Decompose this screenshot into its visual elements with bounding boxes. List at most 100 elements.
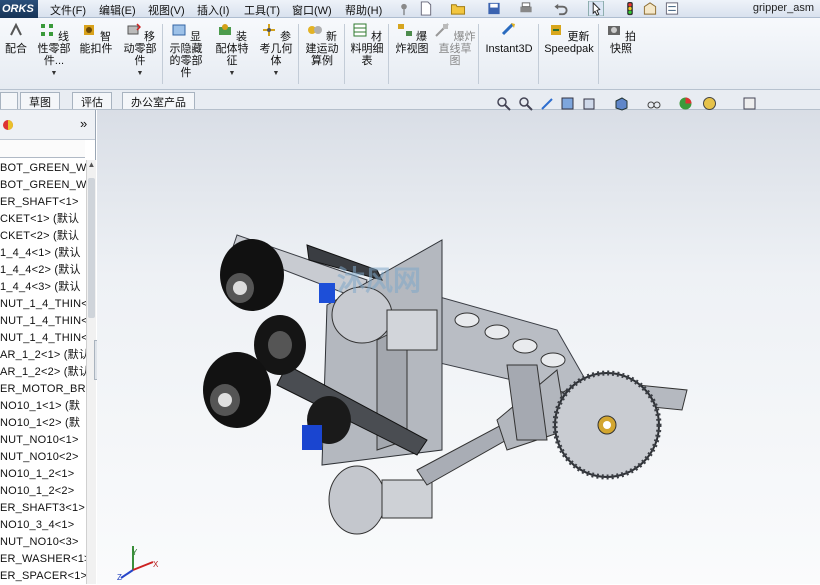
reference-geometry-button[interactable]: 参考几何体 ▼ (256, 22, 296, 80)
menu-file[interactable]: 文件(F) (50, 2, 86, 18)
select-cursor-icon[interactable] (588, 1, 604, 16)
appearance-icon[interactable] (2, 119, 14, 131)
bill-of-materials-button[interactable]: 材料明细表 (348, 22, 386, 67)
triad-x-label: X (153, 560, 159, 569)
save-icon[interactable] (486, 1, 502, 16)
zoom-to-area-icon[interactable] (518, 96, 533, 111)
options-icon[interactable] (664, 1, 680, 16)
tree-item[interactable]: ER_SPACER<1> (0, 568, 86, 585)
exploded-view-button[interactable]: 爆炸视图 (392, 22, 432, 55)
menu-view[interactable]: 视图(V) (148, 2, 185, 18)
smart-fasteners-button[interactable]: 智能扣件 (78, 22, 114, 55)
command-tabs: 草图 评估 办公室产品 (0, 90, 820, 110)
tree-item[interactable]: NO10_3_4<1> (0, 517, 86, 534)
smart-fasteners-icon (83, 25, 94, 35)
snapshot-icon (607, 26, 620, 35)
tree-item[interactable]: NUT_1_4_THIN< (0, 330, 86, 347)
tree-item[interactable]: NO10_1<1> (默 (0, 398, 86, 415)
menu-tools[interactable]: 工具(T) (244, 2, 280, 18)
linear-pattern-button[interactable]: 线性零部件... ▼ (34, 22, 74, 80)
reference-geometry-icon (262, 24, 275, 36)
assembly-features-button[interactable]: 装配体特征 ▼ (212, 22, 252, 80)
take-snapshot-button[interactable]: 拍快照 (602, 22, 640, 55)
dropdown-arrow-icon[interactable]: ▼ (212, 68, 252, 80)
display-style-icon[interactable] (614, 96, 629, 111)
show-hidden-components-button[interactable]: 显示隐藏的零部件 (166, 22, 206, 79)
triad-y-label: Y (132, 548, 138, 557)
new-document-icon[interactable] (418, 1, 434, 16)
graphics-area[interactable]: Y X Z 沐风网 (97, 110, 820, 584)
tree-item[interactable]: NUT_NO10<3> (0, 534, 86, 551)
menu-edit[interactable]: 编辑(E) (99, 2, 136, 18)
move-component-icon (127, 23, 142, 35)
wheel-lower-left (203, 352, 271, 428)
view-settings-icon[interactable] (742, 96, 757, 111)
ribbon-separator (162, 24, 163, 84)
tree-item[interactable]: AR_1_2<1> (默认 (0, 347, 86, 364)
filter-field[interactable] (0, 140, 85, 158)
tree-item[interactable]: NO10_1_2<2> (0, 483, 86, 500)
instant3d-icon (501, 22, 515, 36)
dropdown-arrow-icon[interactable]: ▼ (34, 68, 74, 80)
dropdown-arrow-icon[interactable]: ▼ (120, 68, 160, 80)
motion-study-icon (307, 26, 322, 34)
tree-item[interactable]: BOT_GREEN_W (0, 177, 86, 194)
motor-blue-lower (302, 425, 322, 450)
tree-item[interactable]: NUT_1_4_THIN< (0, 296, 86, 313)
bom-table-icon (353, 23, 367, 37)
tree-item[interactable]: NO10_1_2<1> (0, 466, 86, 483)
update-speedpak-button[interactable]: 更新Speedpak (542, 22, 596, 55)
tree-item[interactable]: BOT_GREEN_W (0, 160, 86, 177)
tree-item[interactable]: NO10_1<2> (默 (0, 415, 86, 432)
document-title: gripper_asm (752, 2, 814, 14)
explode-line-sketch-button[interactable]: 爆炸直线草图 (434, 22, 476, 67)
scroll-up-arrow[interactable]: ▲ (87, 160, 96, 178)
section-view-icon[interactable] (560, 96, 575, 111)
menu-insert[interactable]: 插入(I) (197, 2, 229, 18)
previous-view-icon[interactable] (540, 96, 555, 111)
tab-evaluate[interactable]: 评估 (72, 92, 112, 109)
ribbon-separator (298, 24, 299, 84)
tree-item[interactable]: NUT_1_4_THIN< (0, 313, 86, 330)
tab-assembly[interactable] (0, 92, 18, 109)
edit-appearance-icon[interactable] (678, 96, 693, 111)
ribbon-separator (344, 24, 345, 84)
tree-item[interactable]: 1_4_4<1> (默认 (0, 245, 86, 262)
tab-office-products[interactable]: 办公室产品 (122, 92, 195, 109)
collapse-panel-button[interactable]: » (80, 116, 87, 131)
mate-icon (10, 22, 22, 36)
mate-button[interactable]: 配合 (2, 22, 30, 55)
tree-item[interactable]: NUT_NO10<1> (0, 432, 86, 449)
tree-item[interactable]: AR_1_2<2> (默认 (0, 364, 86, 381)
instant3d-button[interactable]: Instant3D (482, 22, 536, 55)
file-properties-icon[interactable] (642, 1, 658, 16)
move-component-button[interactable]: 移动零部件 ▼ (120, 22, 160, 80)
traffic-light-icon[interactable] (622, 1, 638, 16)
exploded-view-icon (397, 24, 412, 36)
tree-item[interactable]: ER_SHAFT3<1> (0, 500, 86, 517)
tree-item[interactable]: CKET<2> (默认 (0, 228, 86, 245)
tree-item[interactable]: ER_MOTOR_BR (0, 381, 86, 398)
tree-item[interactable]: ER_SHAFT<1> (0, 194, 86, 211)
dropdown-arrow-icon[interactable]: ▼ (256, 68, 296, 80)
zoom-to-fit-icon[interactable] (496, 96, 511, 111)
new-motion-study-button[interactable]: 新建运动算例 (302, 22, 342, 67)
print-icon[interactable] (518, 1, 534, 16)
view-orientation-icon[interactable] (582, 96, 597, 111)
apply-scene-icon[interactable] (702, 96, 717, 111)
ribbon-separator (478, 24, 479, 84)
open-folder-icon[interactable] (450, 1, 466, 16)
tree-item[interactable]: 1_4_4<2> (默认 (0, 262, 86, 279)
menu-help[interactable]: 帮助(H) (345, 2, 382, 18)
pin-icon[interactable] (396, 1, 412, 16)
tree-item[interactable]: 1_4_4<3> (默认 (0, 279, 86, 296)
hide-show-items-icon[interactable] (646, 96, 661, 111)
tree-item[interactable]: ER_WASHER<1> (0, 551, 86, 568)
scroll-thumb[interactable] (88, 178, 95, 318)
tab-sketch[interactable]: 草图 (20, 92, 60, 109)
tree-item[interactable]: CKET<1> (默认 (0, 211, 86, 228)
undo-icon[interactable] (553, 1, 569, 16)
menu-window[interactable]: 窗口(W) (292, 2, 332, 18)
feature-tree: BOT_GREEN_W BOT_GREEN_W ER_SHAFT<1> CKET<1>… (0, 160, 86, 585)
tree-item[interactable]: NUT_NO10<2> (0, 449, 86, 466)
